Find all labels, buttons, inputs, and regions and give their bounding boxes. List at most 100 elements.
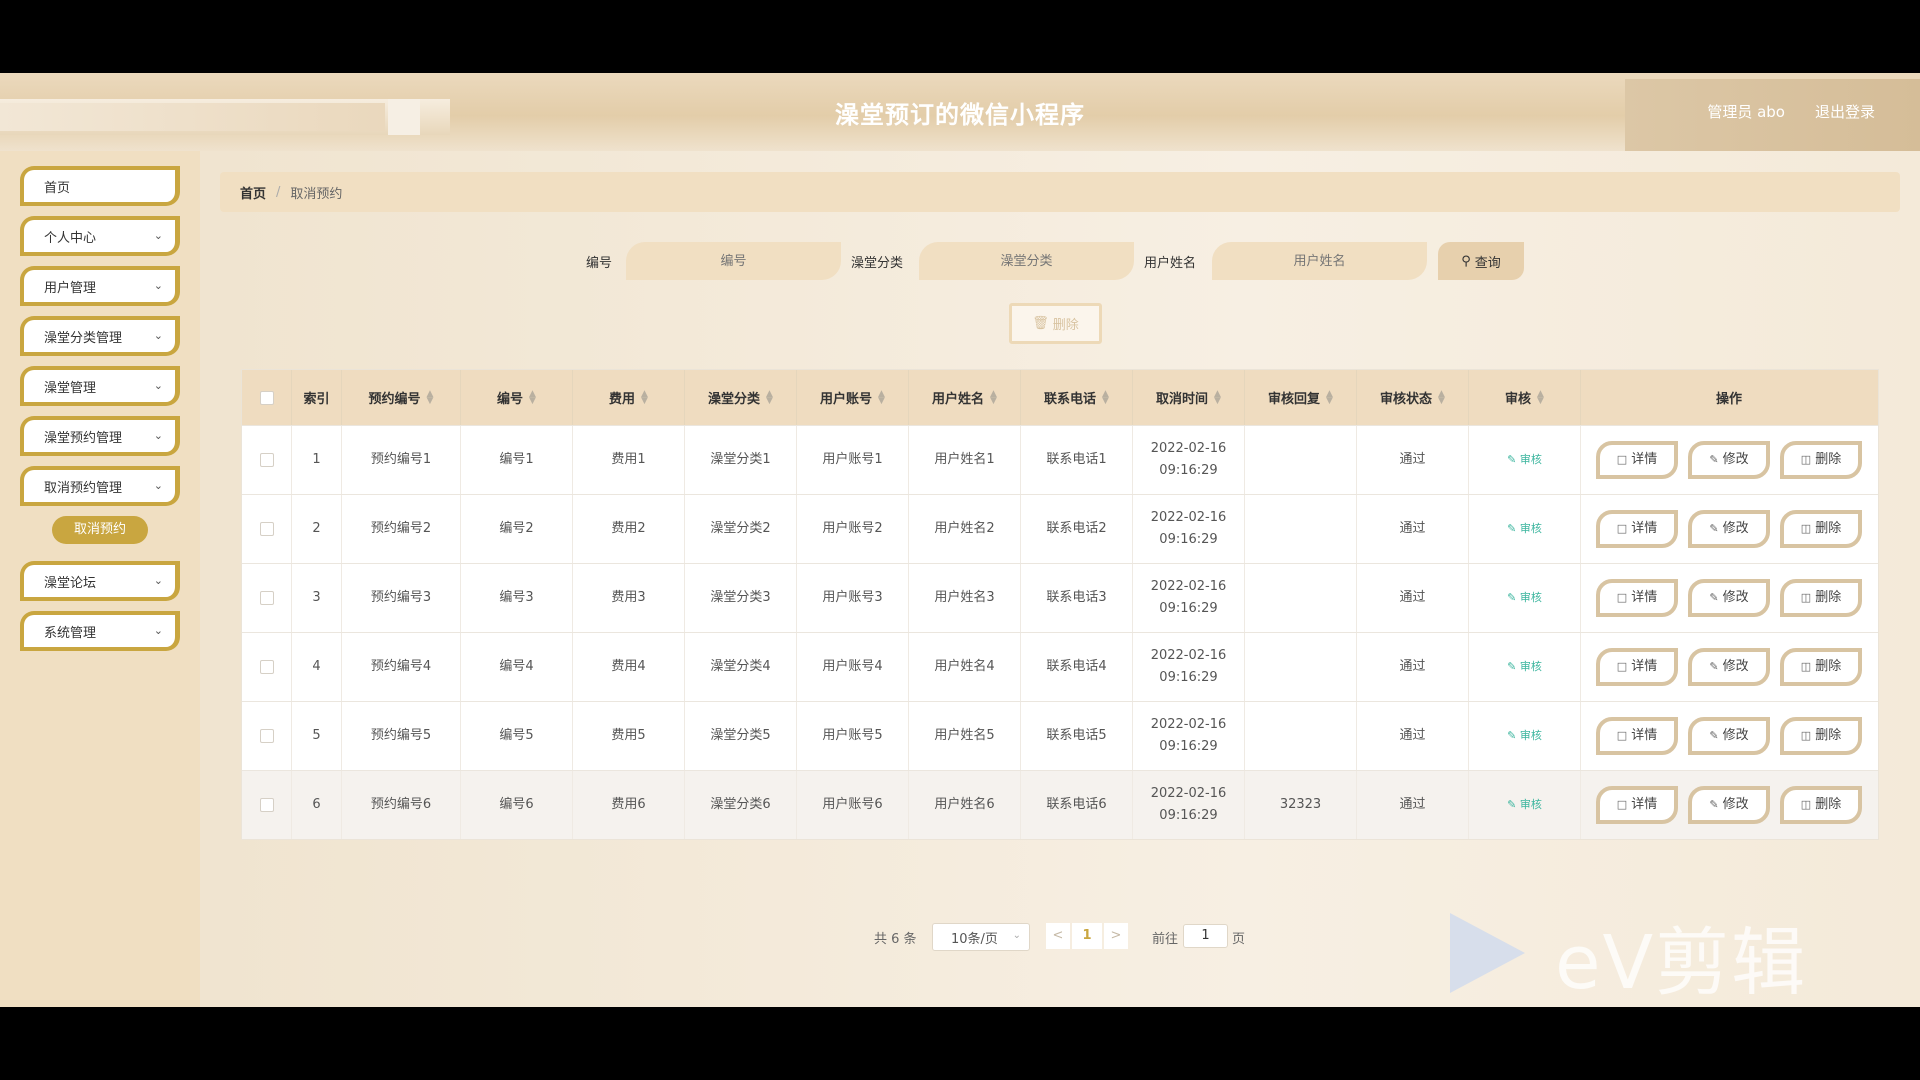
sort-icon[interactable]: ▲ ▼	[1214, 389, 1221, 405]
sidebar-item-bath-category[interactable]: 澡堂分类管理 ⌄	[20, 316, 180, 356]
sidebar-item-cancel-management[interactable]: 取消预约管理 ⌄	[20, 466, 180, 506]
edit-button[interactable]: ✎ 修改	[1688, 441, 1770, 479]
col-audit[interactable]: 审核 ▲ ▼	[1469, 370, 1581, 425]
username-input[interactable]	[1212, 242, 1427, 280]
delete-button[interactable]: ◫ 删除	[1780, 441, 1862, 479]
sort-icon[interactable]: ▲ ▼	[1537, 389, 1544, 405]
delete-button[interactable]: ◫ 删除	[1780, 717, 1862, 755]
audit-link[interactable]: ✎ 审核	[1507, 656, 1542, 678]
document-icon: □	[1616, 798, 1628, 811]
cell-audit: ✎ 审核	[1469, 495, 1581, 563]
detail-button[interactable]: □ 详情	[1596, 441, 1678, 479]
breadcrumb-current: 取消预约	[290, 186, 343, 202]
sort-icon[interactable]: ▲ ▼	[878, 389, 885, 405]
trash-icon: ◫	[1800, 729, 1812, 742]
batch-delete-button[interactable]: 🗑 删除	[1009, 303, 1102, 344]
cell-account: 用户账号4	[797, 633, 909, 701]
query-button[interactable]: ⚲ 查询	[1438, 242, 1524, 280]
cell-order-no: 预约编号6	[342, 771, 461, 839]
col-fee[interactable]: 费用 ▲ ▼	[573, 370, 685, 425]
cell-fee: 费用4	[573, 633, 685, 701]
row-checkbox[interactable]	[259, 453, 274, 467]
page-number[interactable]: 1	[1072, 923, 1102, 949]
table-body: 1 预约编号1 编号1 费用1 澡堂分类1 用户账号1 用户姓名1 联系电话1 2022-02-…	[242, 425, 1878, 839]
col-cancel-time[interactable]: 取消时间 ▲ ▼	[1133, 370, 1245, 425]
row-select-cell	[242, 426, 292, 494]
sidebar-item-home[interactable]: 首页	[20, 166, 180, 206]
col-order-no[interactable]: 预约编号 ▲ ▼	[342, 370, 461, 425]
audit-label: 审核	[1519, 729, 1542, 742]
category-input[interactable]	[919, 242, 1134, 280]
sort-icon[interactable]: ▲ ▼	[427, 389, 434, 405]
row-checkbox[interactable]	[259, 522, 274, 536]
goto-page-input[interactable]: 1	[1183, 924, 1228, 948]
audit-link[interactable]: ✎ 审核	[1507, 587, 1542, 609]
row-checkbox[interactable]	[259, 729, 274, 743]
delete-button[interactable]: ◫ 删除	[1780, 648, 1862, 686]
col-name[interactable]: 用户姓名 ▲ ▼	[909, 370, 1021, 425]
col-account[interactable]: 用户账号 ▲ ▼	[797, 370, 909, 425]
cell-cancel-time-text: 2022-02-16 09:16:29	[1150, 510, 1227, 547]
cell-fee-text: 费用6	[611, 797, 646, 812]
page-size-select[interactable]: 10条/页 ⌄	[932, 923, 1030, 951]
number-input[interactable]	[626, 242, 841, 280]
cell-account: 用户账号2	[797, 495, 909, 563]
cell-no: 编号4	[461, 633, 573, 701]
row-checkbox[interactable]	[259, 798, 274, 812]
sort-icon[interactable]: ▲ ▼	[529, 389, 536, 405]
breadcrumb-home[interactable]: 首页	[240, 183, 266, 202]
col-label: 联系电话	[1044, 392, 1097, 407]
audit-link[interactable]: ✎ 审核	[1507, 449, 1542, 471]
prev-page-button[interactable]: <	[1046, 923, 1070, 949]
col-status[interactable]: 审核状态 ▲ ▼	[1357, 370, 1469, 425]
cell-no: 编号6	[461, 771, 573, 839]
sidebar-item-bath-management[interactable]: 澡堂管理 ⌄	[20, 366, 180, 406]
col-label: 费用	[609, 392, 636, 407]
cell-phone: 联系电话6	[1021, 771, 1133, 839]
cell-fee-text: 费用5	[611, 728, 646, 743]
edit-button[interactable]: ✎ 修改	[1688, 786, 1770, 824]
audit-link[interactable]: ✎ 审核	[1507, 794, 1542, 816]
edit-button[interactable]: ✎ 修改	[1688, 579, 1770, 617]
sort-icon[interactable]: ▲ ▼	[990, 389, 997, 405]
sort-icon[interactable]: ▲ ▼	[766, 389, 773, 405]
next-page-button[interactable]: >	[1104, 923, 1128, 949]
sidebar-item-booking-management[interactable]: 澡堂预约管理 ⌄	[20, 416, 180, 456]
sort-icon[interactable]: ▲ ▼	[1102, 389, 1109, 405]
sort-icon[interactable]: ▲ ▼	[1438, 389, 1445, 405]
sidebar-item-system[interactable]: 系统管理 ⌄	[20, 611, 180, 651]
detail-button[interactable]: □ 详情	[1596, 717, 1678, 755]
edit-button[interactable]: ✎ 修改	[1688, 648, 1770, 686]
select-all-checkbox[interactable]	[259, 390, 274, 405]
row-checkbox[interactable]	[259, 660, 274, 674]
edit-button[interactable]: ✎ 修改	[1688, 510, 1770, 548]
col-no[interactable]: 编号 ▲ ▼	[461, 370, 573, 425]
col-label: 预约编号	[368, 392, 421, 407]
detail-button[interactable]: □ 详情	[1596, 510, 1678, 548]
cell-status-text: 通过	[1399, 452, 1426, 467]
detail-button[interactable]: □ 详情	[1596, 786, 1678, 824]
cell-cancel-time: 2022-02-16 09:16:29	[1133, 702, 1245, 770]
col-reply[interactable]: 审核回复 ▲ ▼	[1245, 370, 1357, 425]
col-phone[interactable]: 联系电话 ▲ ▼	[1021, 370, 1133, 425]
row-checkbox[interactable]	[259, 591, 274, 605]
cell-audit: ✎ 审核	[1469, 426, 1581, 494]
logout-link[interactable]: 退出登录	[1815, 101, 1875, 122]
sidebar-item-forum[interactable]: 澡堂论坛 ⌄	[20, 561, 180, 601]
sort-icon[interactable]: ▲ ▼	[1326, 389, 1333, 405]
audit-link[interactable]: ✎ 审核	[1507, 518, 1542, 540]
col-category[interactable]: 澡堂分类 ▲ ▼	[685, 370, 797, 425]
edit-button[interactable]: ✎ 修改	[1688, 717, 1770, 755]
sort-icon[interactable]: ▲ ▼	[641, 389, 648, 405]
trash-icon: ◫	[1800, 522, 1812, 535]
detail-button[interactable]: □ 详情	[1596, 648, 1678, 686]
delete-button[interactable]: ◫ 删除	[1780, 786, 1862, 824]
sidebar-subitem-cancel-booking[interactable]: 取消预约	[52, 516, 148, 544]
pencil-icon: ✎	[1709, 591, 1719, 604]
delete-button[interactable]: ◫ 删除	[1780, 510, 1862, 548]
detail-button[interactable]: □ 详情	[1596, 579, 1678, 617]
audit-link[interactable]: ✎ 审核	[1507, 725, 1542, 747]
pencil-icon: ✎	[1709, 660, 1719, 673]
cell-phone: 联系电话4	[1021, 633, 1133, 701]
delete-button[interactable]: ◫ 删除	[1780, 579, 1862, 617]
